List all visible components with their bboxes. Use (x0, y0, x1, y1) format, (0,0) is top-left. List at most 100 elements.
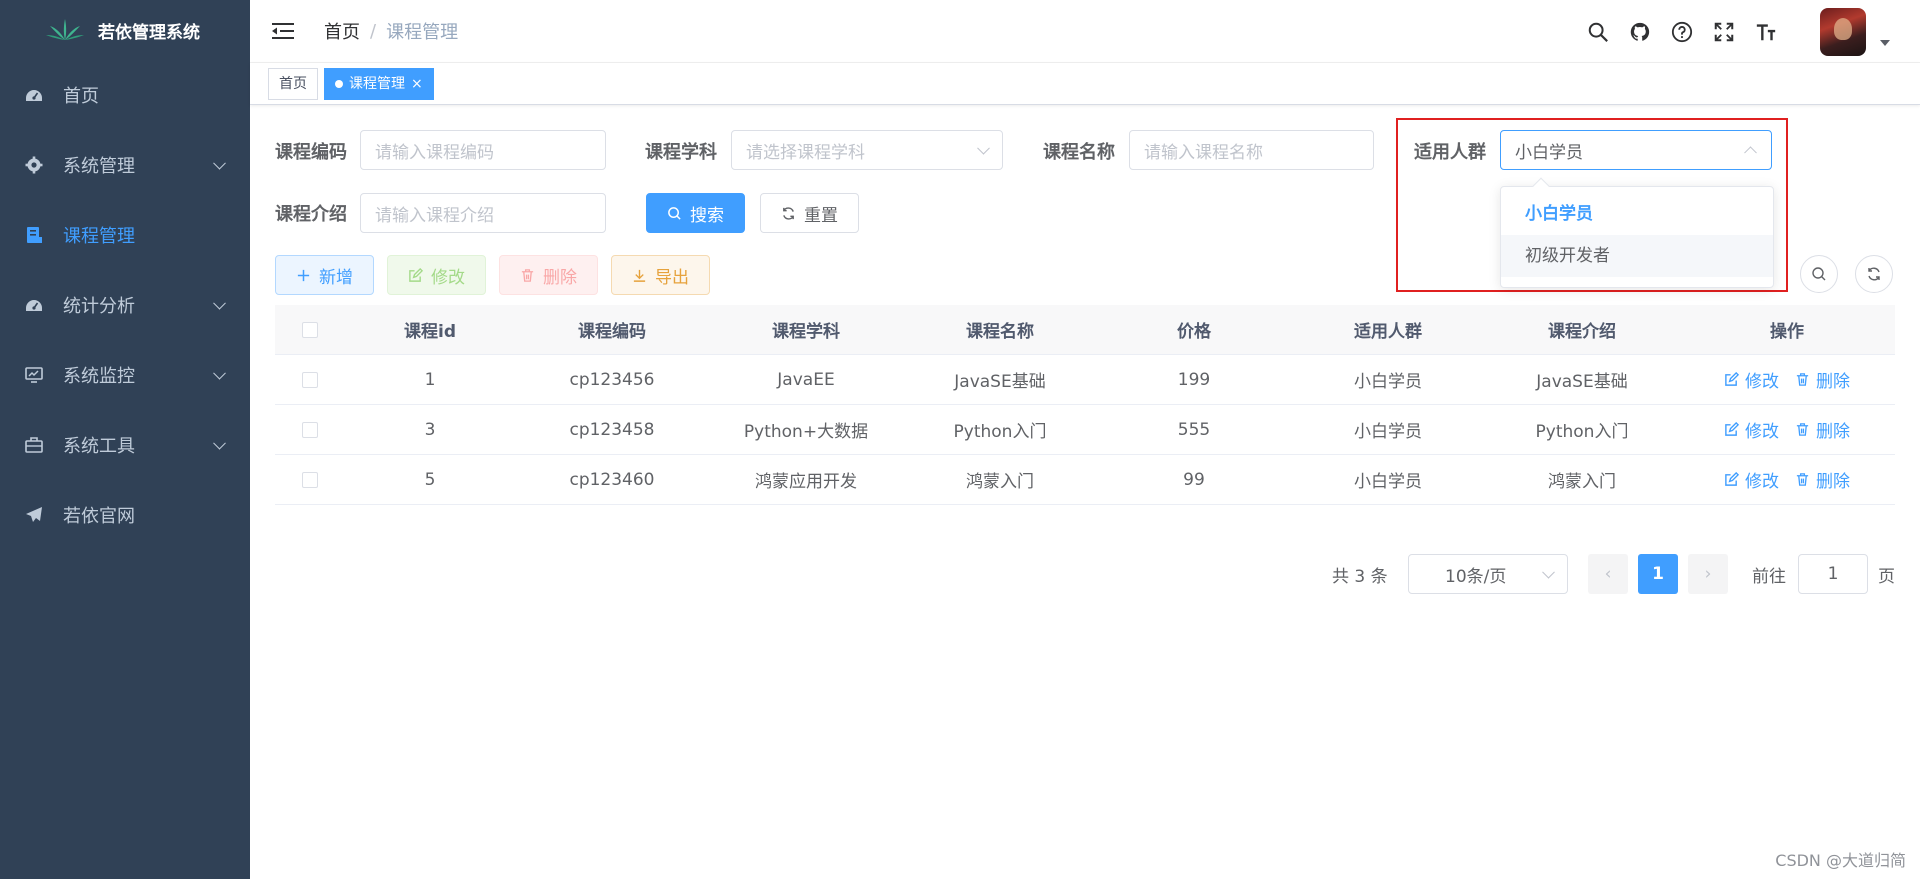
row-checkbox[interactable] (302, 471, 318, 488)
search-icon (1812, 267, 1826, 281)
table-cell-audience: 小白学员 (1354, 472, 1422, 492)
toggle-search-button[interactable] (1800, 255, 1838, 293)
column-header: 操作 (1770, 322, 1804, 342)
row-delete-button[interactable]: 删除 (1795, 417, 1850, 442)
chevron-down-icon (977, 141, 990, 155)
table-cell-code: cp123456 (569, 369, 655, 390)
page-1-button[interactable]: 1 (1638, 554, 1678, 594)
tag-course-management[interactable]: 课程管理 × (324, 67, 434, 100)
search-button-label: 搜索 (690, 205, 724, 226)
refresh-icon (783, 206, 794, 220)
help-icon[interactable] (1670, 20, 1694, 44)
active-dot-icon (335, 79, 343, 88)
subject-select[interactable]: 请选择课程学科 (731, 130, 1003, 170)
edit-icon (1725, 422, 1739, 436)
reset-button-label: 重置 (804, 205, 838, 226)
edit-button[interactable]: 修改 (387, 255, 486, 295)
font-size-icon[interactable] (1754, 20, 1778, 44)
trash-icon (1796, 473, 1809, 486)
page-size-select[interactable]: 10条/页 (1408, 554, 1568, 594)
page-suffix: 页 (1878, 567, 1895, 587)
row-edit-button[interactable]: 修改 (1724, 467, 1779, 492)
sidebar-item-label: 系统管理 (63, 156, 135, 177)
table-row: 1 cp123456 JavaEE JavaSE基础 199 小白学员 JavaSE基础 修改… (275, 355, 1895, 405)
tag-home[interactable]: 首页 (268, 67, 318, 100)
dashboard-icon (25, 296, 43, 314)
close-icon[interactable]: × (411, 69, 423, 99)
delete-button-label: 删除 (543, 267, 577, 288)
send-icon (25, 506, 43, 524)
code-label: 课程编码 (275, 142, 347, 163)
app-logo[interactable]: 若依管理系统 (0, 0, 250, 60)
column-header: 课程id (404, 322, 456, 342)
prev-page-button[interactable]: ‹ (1588, 554, 1628, 594)
sidebar-item-3[interactable]: 统计分析 (0, 270, 250, 340)
breadcrumb: 首页 / 课程管理 (324, 18, 458, 44)
monitor-icon (25, 366, 43, 384)
subject-label: 课程学科 (645, 142, 717, 163)
search-icon (668, 206, 681, 220)
sidebar: 若依管理系统 首页系统管理课程管理统计分析 系统监控系统工具若依官网 (0, 0, 250, 879)
row-edit-label: 修改 (1745, 372, 1779, 392)
row-edit-button[interactable]: 修改 (1724, 367, 1779, 392)
refresh-table-button[interactable] (1855, 255, 1893, 293)
sidebar-item-label: 系统工具 (63, 436, 135, 457)
chevron-down-icon (213, 296, 226, 310)
code-input[interactable]: 请输入课程编码 (360, 130, 606, 170)
sidebar-item-1[interactable]: 系统管理 (0, 130, 250, 200)
row-delete-button[interactable]: 删除 (1795, 367, 1850, 392)
sidebar-item-5[interactable]: 系统工具 (0, 410, 250, 480)
sidebar-item-0[interactable]: 首页 (0, 60, 250, 130)
row-checkbox[interactable] (302, 421, 318, 438)
intro-input[interactable]: 请输入课程介绍 (360, 193, 606, 233)
search-button[interactable]: 搜索 (646, 193, 745, 233)
goto-page-input[interactable]: 1 (1798, 554, 1868, 594)
hamburger-icon[interactable] (272, 22, 294, 40)
sidebar-item-6[interactable]: 若依官网 (0, 480, 250, 550)
sidebar-item-2[interactable]: 课程管理 (0, 200, 250, 270)
fullscreen-icon[interactable] (1712, 20, 1736, 44)
audience-select[interactable]: 小白学员 (1500, 130, 1772, 170)
sidebar-item-label: 课程管理 (63, 226, 135, 247)
table-cell-audience: 小白学员 (1354, 422, 1422, 442)
logo-icon (46, 19, 84, 40)
sidebar-item-4[interactable]: 系统监控 (0, 340, 250, 410)
name-placeholder: 请输入课程名称 (1144, 142, 1263, 163)
search-icon[interactable] (1586, 20, 1610, 44)
column-header: 价格 (1177, 322, 1211, 342)
table-cell-name: Python入门 (953, 422, 1047, 442)
gear-icon (25, 156, 43, 174)
add-button[interactable]: 新增 (275, 255, 374, 295)
edit-icon (1725, 372, 1739, 386)
row-delete-button[interactable]: 删除 (1795, 467, 1850, 492)
dropdown-option-junior-dev[interactable]: 初级开发者 (1501, 235, 1773, 277)
column-header: 课程介绍 (1548, 322, 1616, 342)
avatar[interactable] (1820, 7, 1866, 56)
next-page-button[interactable]: › (1688, 554, 1728, 594)
column-header: 课程学科 (772, 322, 840, 342)
breadcrumb-home[interactable]: 首页 (324, 18, 360, 44)
row-checkbox[interactable] (302, 371, 318, 388)
add-button-label: 新增 (319, 267, 353, 288)
select-all-checkbox[interactable] (302, 321, 318, 338)
audience-value: 小白学员 (1515, 142, 1583, 163)
row-edit-label: 修改 (1745, 472, 1779, 492)
audience-label: 适用人群 (1414, 142, 1486, 163)
plus-icon (297, 269, 310, 281)
export-button[interactable]: 导出 (611, 255, 710, 295)
reset-button[interactable]: 重置 (760, 193, 859, 233)
table-cell-id: 3 (424, 419, 436, 440)
table-cell-name: 鸿蒙入门 (966, 472, 1034, 492)
export-button-label: 导出 (655, 267, 689, 288)
table-cell-subject: JavaEE (777, 369, 835, 390)
dropdown-option-novice[interactable]: 小白学员 (1501, 193, 1773, 235)
delete-button[interactable]: 删除 (499, 255, 598, 295)
table-cell-price: 199 (1177, 369, 1211, 390)
caret-down-icon[interactable] (1880, 39, 1890, 46)
name-input[interactable]: 请输入课程名称 (1129, 130, 1374, 170)
table-cell-code: cp123458 (569, 419, 655, 440)
table-cell-name: JavaSE基础 (954, 372, 1046, 392)
edit-icon (1725, 472, 1739, 486)
github-icon[interactable] (1628, 20, 1652, 44)
row-edit-button[interactable]: 修改 (1724, 417, 1779, 442)
